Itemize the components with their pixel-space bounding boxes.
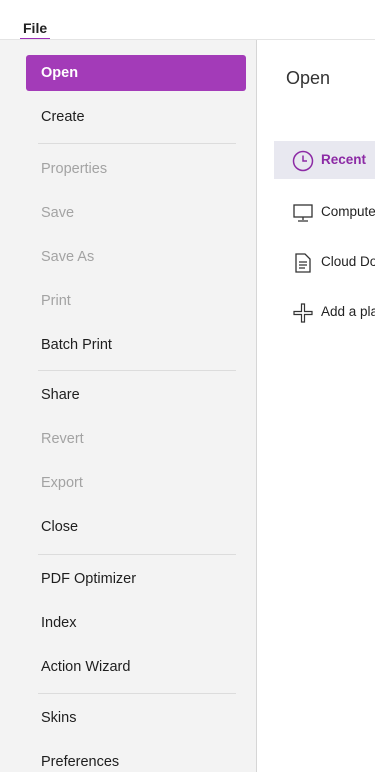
document-icon — [292, 251, 314, 273]
open-panel: Open Recent Computer Cloud Documents Add… — [257, 40, 375, 772]
page-title: Open — [286, 68, 331, 88]
location-label: Cloud Documents — [321, 254, 375, 269]
menu-item-batch-print[interactable]: Batch Print — [26, 327, 246, 363]
menu-item-properties[interactable]: Properties — [26, 151, 246, 187]
menu-item-open[interactable]: Open — [26, 55, 246, 91]
menu-divider — [38, 370, 236, 371]
plus-icon — [292, 301, 314, 323]
menu-item-revert[interactable]: Revert — [26, 421, 246, 457]
monitor-icon — [292, 201, 314, 223]
menu-bar: File — [0, 0, 375, 41]
location-label: Computer — [321, 204, 375, 219]
menu-divider — [38, 693, 236, 694]
menu-item-index[interactable]: Index — [26, 605, 246, 641]
menu-item-create[interactable]: Create — [26, 99, 246, 135]
menu-item-save-as[interactable]: Save As — [26, 239, 246, 275]
menu-item-action-wizard[interactable]: Action Wizard — [26, 649, 246, 685]
menu-item-save[interactable]: Save — [26, 195, 246, 231]
menu-divider — [38, 143, 236, 144]
menu-divider — [38, 554, 236, 555]
menu-item-preferences[interactable]: Preferences — [26, 744, 246, 780]
clock-icon — [292, 149, 314, 172]
file-menu-sidebar: Open Create Properties Save Save As Prin… — [0, 40, 257, 772]
menu-item-share[interactable]: Share — [26, 377, 246, 413]
menu-item-export[interactable]: Export — [26, 465, 246, 501]
location-label: Recent — [321, 152, 367, 167]
location-computer[interactable]: Computer — [274, 193, 375, 231]
file-tab[interactable]: File — [20, 20, 51, 41]
location-add-a-place[interactable]: Add a place — [274, 293, 375, 331]
location-label: Add a place — [321, 304, 375, 319]
location-cloud-documents[interactable]: Cloud Documents — [274, 243, 375, 281]
menu-item-print[interactable]: Print — [26, 283, 246, 319]
menu-item-skins[interactable]: Skins — [26, 700, 246, 736]
menu-item-close[interactable]: Close — [26, 509, 246, 545]
menu-item-pdf-optimizer[interactable]: PDF Optimizer — [26, 561, 246, 597]
location-recent[interactable]: Recent — [274, 141, 375, 179]
